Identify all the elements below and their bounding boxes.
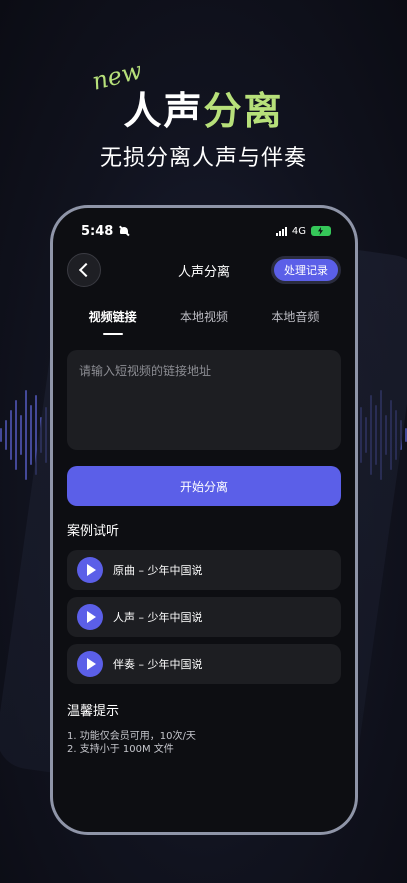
nav-bar: 人声分离 处理记录 — [67, 252, 341, 288]
play-icon[interactable] — [77, 557, 103, 583]
phone-screen: 5:48 4G 人声分离 处理记录 视频链接 本地视频 本地音频 开始分离 案例… — [53, 208, 355, 832]
promo-title-part2: 分离 — [203, 89, 284, 133]
tab-local-audio[interactable]: 本地音频 — [271, 308, 319, 335]
mute-bell-icon — [119, 226, 129, 236]
promo-title: 人声分离 — [0, 80, 407, 135]
promo-title-part1: 人声 — [123, 89, 204, 133]
start-separation-button[interactable]: 开始分离 — [67, 466, 341, 506]
battery-icon — [311, 226, 331, 236]
tips-title: 温馨提示 — [67, 704, 120, 719]
signal-icon — [275, 226, 287, 236]
sample-label: 原曲 – 少年中国说 — [113, 564, 203, 577]
samples-title: 案例试听 — [67, 524, 120, 539]
video-link-input[interactable] — [67, 350, 341, 450]
status-bar: 5:48 4G — [81, 223, 331, 239]
play-icon[interactable] — [77, 651, 103, 677]
network-label: 4G — [291, 225, 306, 237]
promo-banner: new 人声分离 无损分离人声与伴奏 — [0, 0, 407, 190]
history-button[interactable]: 处理记录 — [271, 256, 341, 284]
sample-item-accompaniment[interactable]: 伴奏 – 少年中国说 — [67, 644, 341, 684]
sample-label: 人声 – 少年中国说 — [113, 611, 203, 624]
tip-line: 2. 支持小于 100M 文件 — [67, 744, 174, 755]
phone-frame: 5:48 4G 人声分离 处理记录 视频链接 本地视频 本地音频 开始分离 案例… — [50, 205, 358, 835]
tip-line: 1. 功能仅会员可用，10次/天 — [67, 731, 196, 742]
sample-item-original[interactable]: 原曲 – 少年中国说 — [67, 550, 341, 590]
tab-local-video[interactable]: 本地视频 — [180, 308, 228, 335]
tab-video-link[interactable]: 视频链接 — [89, 308, 137, 335]
sample-label: 伴奏 – 少年中国说 — [113, 658, 203, 671]
source-tabs: 视频链接 本地视频 本地音频 — [67, 308, 341, 335]
back-button[interactable] — [67, 253, 101, 287]
promo-subtitle: 无损分离人声与伴奏 — [99, 146, 307, 171]
sample-item-vocal[interactable]: 人声 – 少年中国说 — [67, 597, 341, 637]
play-icon[interactable] — [77, 604, 103, 630]
status-time: 5:48 — [81, 223, 114, 239]
tips-text: 1. 功能仅会员可用，10次/天 2. 支持小于 100M 文件 — [67, 730, 196, 756]
